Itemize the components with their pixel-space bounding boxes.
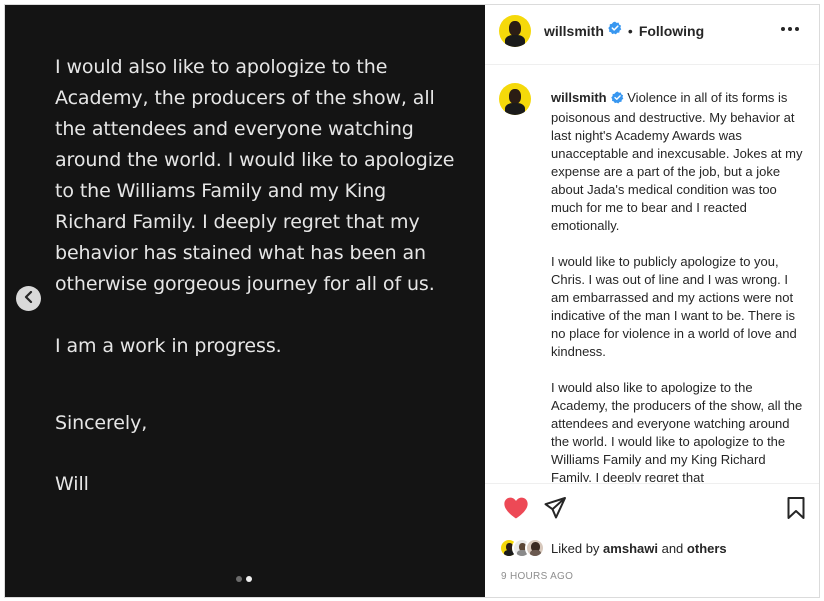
- caption-text: Violence in all of its forms is poisonou…: [551, 90, 803, 233]
- post-header: willsmith • Following: [485, 5, 819, 56]
- liker-username-link[interactable]: amshawi: [603, 541, 658, 556]
- likes-prefix: Liked by: [551, 540, 600, 556]
- more-horizontal-icon: [781, 27, 785, 31]
- caption-paragraph: willsmith Violence in all of its forms i…: [551, 89, 806, 235]
- caption-paragraph: I would also like to apologize to the Ac…: [551, 380, 803, 482]
- actions-divider: [485, 483, 819, 484]
- header-username[interactable]: willsmith: [544, 23, 604, 39]
- likes-summary: Liked by amshawi and others: [499, 537, 727, 559]
- slide-text: I would also like to apologize to the Ac…: [55, 52, 455, 500]
- post-actions: [485, 493, 819, 527]
- caption-paragraph: I would like to publicly apologize to yo…: [551, 254, 797, 359]
- slide-paragraph: I would also like to apologize to the Ac…: [55, 56, 455, 295]
- verified-badge-icon: [610, 91, 624, 109]
- avatar[interactable]: [499, 14, 531, 47]
- heart-filled-icon[interactable]: [503, 496, 529, 525]
- chevron-left-icon: [24, 290, 34, 308]
- caption-scroll-area[interactable]: willsmith Violence in all of its forms i…: [485, 65, 819, 482]
- likes-connector: and: [661, 540, 684, 556]
- avatar[interactable]: [499, 83, 531, 115]
- carousel-dot-active: [246, 576, 252, 582]
- carousel-indicator: [236, 576, 252, 582]
- slide-paragraph: I am a work in progress.: [55, 335, 282, 357]
- caption-username[interactable]: willsmith: [551, 90, 607, 105]
- likes-others-link[interactable]: others: [687, 541, 727, 556]
- likes-text: Liked by amshawi and others: [551, 541, 727, 556]
- verified-badge-icon: [608, 21, 622, 40]
- more-options-button[interactable]: [781, 23, 799, 35]
- bookmark-icon[interactable]: [785, 496, 807, 525]
- post-caption: willsmith Violence in all of its forms i…: [551, 89, 806, 482]
- header-separator: •: [627, 22, 633, 39]
- paper-plane-icon[interactable]: [543, 496, 567, 525]
- slide-paragraph: Sincerely,: [55, 412, 148, 434]
- post-media-carousel[interactable]: I would also like to apologize to the Ac…: [5, 5, 485, 597]
- carousel-dot: [236, 576, 242, 582]
- previous-slide-button[interactable]: [16, 286, 41, 311]
- following-button[interactable]: Following: [639, 23, 704, 39]
- post-modal: I would also like to apologize to the Ac…: [4, 4, 820, 598]
- post-side-panel: willsmith • Following willsmith Violence…: [485, 5, 819, 597]
- post-timestamp[interactable]: 9 HOURS AGO: [501, 571, 573, 582]
- liker-avatar[interactable]: [525, 538, 545, 558]
- slide-paragraph: Will: [55, 473, 89, 495]
